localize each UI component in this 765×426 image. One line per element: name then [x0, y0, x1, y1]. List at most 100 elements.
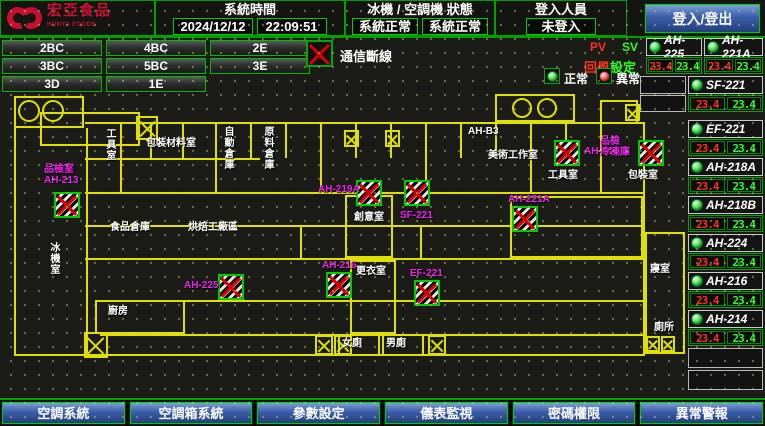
bottom-tab-0[interactable]: 空調系統: [2, 402, 125, 424]
unit-values-SF-221: 23.423.4: [688, 95, 763, 112]
unit-AH-218B[interactable]: AH-218B: [688, 196, 763, 214]
unit-AH-214[interactable]: AH-214: [688, 310, 763, 328]
room-label: 創意室: [354, 212, 384, 223]
unit-name-label: SF-221: [706, 78, 745, 92]
room-label: 食品倉庫: [110, 222, 150, 233]
stair-spiral: [512, 98, 532, 118]
unit-values-AH-224: 23.423.4: [688, 253, 763, 270]
floorplan-wall: [320, 124, 322, 192]
equipment-label: EF-221: [410, 268, 443, 279]
floor-button-4BC[interactable]: 4BC: [106, 40, 206, 56]
pv-value: 23.4: [690, 293, 725, 306]
bottom-tab-4[interactable]: 密碼權限: [513, 402, 636, 424]
empty-slot: [640, 95, 686, 112]
bottom-tab-5[interactable]: 異常警報: [640, 402, 763, 424]
unit-led-icon: [649, 41, 661, 53]
room-label: 女廁: [342, 338, 362, 349]
equip-icon-AH-216[interactable]: [326, 272, 352, 298]
room-label: 冰機室: [48, 242, 59, 275]
unit-led-icon: [691, 123, 703, 135]
chiller-status: 系統正常: [352, 18, 418, 35]
pv-value: 23.4: [706, 59, 733, 72]
room-label: 美術工作室: [488, 150, 538, 161]
floor-button-2BC[interactable]: 2BC: [2, 40, 102, 56]
floor-button-5BC[interactable]: 5BC: [106, 58, 206, 74]
equipment-label: 品檢冷凍庫: [600, 136, 630, 158]
normal-label: 正常: [564, 70, 588, 87]
equipment-label: AH-219A: [318, 184, 360, 195]
room-label: 工具室: [548, 170, 578, 181]
floorplan-wall: [250, 124, 252, 158]
room-label: 廚房: [108, 306, 128, 317]
equip-icon-AH-213[interactable]: [54, 192, 80, 218]
floorplan-wall: [420, 225, 422, 260]
equip-icon-AH-214[interactable]: [554, 140, 580, 166]
equip-icon-freezer[interactable]: [638, 140, 664, 166]
equip-icon-AH-225[interactable]: [218, 274, 244, 300]
unit-name-label: AH-218A: [706, 160, 756, 174]
floorplan-wall: [300, 225, 302, 260]
unit-led-icon: [691, 199, 703, 211]
bottom-tab-1[interactable]: 空調箱系統: [130, 402, 253, 424]
room-label: 包裝室: [628, 170, 658, 181]
floorplan: 品檢室AH-213AH-219ASF-221AH-214品檢冷凍庫AH-221A…: [0, 92, 690, 398]
room-label: 自動倉庫: [222, 126, 233, 170]
unit-AH-218A[interactable]: AH-218A: [688, 158, 763, 176]
bottom-tab-3[interactable]: 儀表監視: [385, 402, 508, 424]
login-logout-button[interactable]: 登入/登出: [645, 4, 760, 33]
room-label: 寢室: [650, 264, 670, 275]
sv-value: 23.4: [727, 255, 762, 268]
unit-AH-216[interactable]: AH-216: [688, 272, 763, 290]
floor-button-3D[interactable]: 3D: [2, 76, 102, 92]
floor-button-2E[interactable]: 2E: [210, 40, 310, 56]
unit-SF-221[interactable]: SF-221: [688, 76, 763, 94]
system-time-title: 系統時間: [156, 1, 344, 18]
sv-value: 23.4: [727, 97, 762, 110]
system-time-panel: 系統時間 2024/12/12 22:09:51: [155, 0, 345, 36]
floor-button-3E[interactable]: 3E: [210, 58, 310, 74]
unit-AH-225[interactable]: AH-225: [646, 38, 702, 56]
abnormal-led-icon: [596, 68, 612, 84]
floor-button-1E[interactable]: 1E: [106, 76, 206, 92]
equipment-label: AH-225: [184, 280, 218, 291]
unit-led-icon: [707, 41, 719, 53]
unit-name-label: EF-221: [706, 122, 745, 136]
unit-led-icon: [691, 237, 703, 249]
header: 宏亞食品HUNYA FOODS 系統時間 2024/12/12 22:09:51…: [0, 0, 765, 38]
equip-icon-SF-221[interactable]: [404, 180, 430, 206]
comm-loss-icon: [306, 40, 333, 67]
unit-led-icon: [691, 79, 703, 91]
sv-value: 23.4: [675, 59, 700, 72]
normal-led-icon: [544, 68, 560, 84]
equip-icon-AH-221A[interactable]: [512, 206, 538, 232]
brand-name: 宏亞食品HUNYA FOODS: [47, 4, 111, 32]
floor-button-3BC[interactable]: 3BC: [2, 58, 102, 74]
machine-status-title: 冰機 / 空調機 狀態: [346, 1, 494, 18]
system-time-value: 22:09:51: [257, 18, 327, 35]
machine-status-panel: 冰機 / 空調機 狀態 系統正常 系統正常: [345, 0, 495, 36]
unit-values-AH-218A: 23.423.4: [688, 177, 763, 194]
stair-x-icon: [428, 335, 446, 355]
sv-value: 23.4: [727, 217, 762, 230]
empty-slot: [640, 76, 686, 94]
floorplan-wall: [120, 124, 122, 192]
unit-led-icon: [691, 161, 703, 173]
floorplan-wall: [85, 122, 645, 124]
bottom-tab-2[interactable]: 參數設定: [257, 402, 380, 424]
stair-x-icon: [315, 335, 333, 355]
unit-values-AH-221A: 23.423.4: [704, 57, 763, 74]
unit-EF-221[interactable]: EF-221: [688, 120, 763, 138]
unit-values-EF-221: 23.423.4: [688, 139, 763, 156]
pv-value: 23.4: [648, 59, 673, 72]
sv-value: 23.4: [727, 141, 762, 154]
stair-x-icon: [344, 130, 359, 147]
unit-name-label: AH-216: [706, 274, 747, 288]
unit-name-label: AH-224: [706, 236, 747, 250]
equipment-label: SF-221: [400, 210, 433, 221]
unit-led-icon: [691, 275, 703, 287]
floorplan-wall: [100, 334, 645, 336]
unit-AH-221A[interactable]: AH-221A: [704, 38, 763, 56]
login-title: 登入人員: [496, 1, 626, 18]
equip-icon-EF-221[interactable]: [414, 280, 440, 306]
unit-AH-224[interactable]: AH-224: [688, 234, 763, 252]
